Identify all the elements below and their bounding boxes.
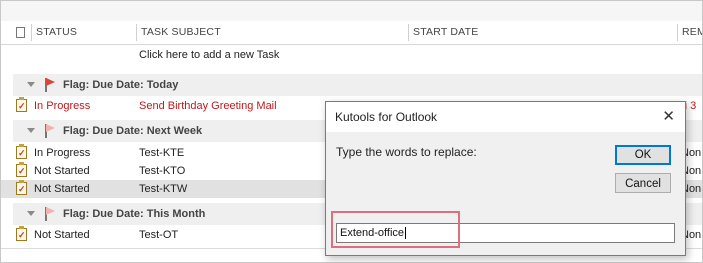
task-recurring-icon: ✓ xyxy=(16,97,27,112)
task-status: Not Started xyxy=(34,229,90,241)
group-label: Flag: Due Date: Today xyxy=(63,79,179,91)
column-header-start-date[interactable]: START DATE xyxy=(413,21,478,44)
column-header-reminder[interactable]: REM xyxy=(682,21,702,44)
task-status: In Progress xyxy=(34,147,91,159)
dialog-title-bar[interactable]: Kutools for Outlook ✕ xyxy=(326,102,685,132)
task-status: Not Started xyxy=(34,183,90,195)
cancel-button[interactable]: Cancel xyxy=(615,173,671,193)
column-divider[interactable] xyxy=(677,24,678,41)
collapse-arrow-icon[interactable] xyxy=(27,82,35,87)
collapse-arrow-icon[interactable] xyxy=(27,211,35,216)
task-subject: Send Birthday Greeting Mail xyxy=(139,100,277,112)
flag-icon xyxy=(45,124,57,138)
add-new-task-prompt[interactable]: Click here to add a new Task xyxy=(139,45,279,65)
replace-words-input[interactable]: Extend-office xyxy=(336,223,675,243)
group-header-today[interactable]: Flag: Due Date: Today xyxy=(13,74,702,96)
task-icon: ✓ xyxy=(16,180,27,195)
ok-button[interactable]: OK xyxy=(615,145,671,165)
column-divider[interactable] xyxy=(31,24,32,41)
dialog-prompt: Type the words to replace: xyxy=(336,145,477,159)
list-top-bar xyxy=(1,1,702,22)
column-divider[interactable] xyxy=(136,24,137,41)
column-icon-header[interactable] xyxy=(16,21,25,44)
close-icon[interactable]: ✕ xyxy=(662,102,675,132)
dialog-title: Kutools for Outlook xyxy=(335,110,438,124)
group-label: Flag: Due Date: Next Week xyxy=(63,125,203,137)
column-divider[interactable] xyxy=(408,24,409,41)
flag-icon xyxy=(45,207,57,221)
column-header-status[interactable]: STATUS xyxy=(36,21,77,44)
task-subject: Test-KTW xyxy=(139,183,188,195)
task-subject: Test-OT xyxy=(139,229,179,241)
document-icon xyxy=(16,27,25,38)
column-header-row: STATUS TASK SUBJECT START DATE REM xyxy=(1,21,702,45)
task-subject: Test-KTE xyxy=(139,147,185,159)
column-header-subject[interactable]: TASK SUBJECT xyxy=(141,21,221,44)
collapse-arrow-icon[interactable] xyxy=(27,128,35,133)
task-subject: Test-KTO xyxy=(139,165,186,177)
task-status: In Progress xyxy=(34,100,91,112)
replace-words-dialog: Kutools for Outlook ✕ Type the words to … xyxy=(325,101,686,256)
task-icon: ✓ xyxy=(16,144,27,159)
text-caret xyxy=(405,227,407,240)
task-icon: ✓ xyxy=(16,162,27,177)
task-status: Not Started xyxy=(34,165,90,177)
add-new-task-row[interactable]: Click here to add a new Task xyxy=(1,45,702,65)
group-label: Flag: Due Date: This Month xyxy=(63,208,206,220)
red-flag-icon xyxy=(45,78,57,92)
input-value: Extend-office xyxy=(340,227,405,239)
task-icon: ✓ xyxy=(16,226,27,241)
